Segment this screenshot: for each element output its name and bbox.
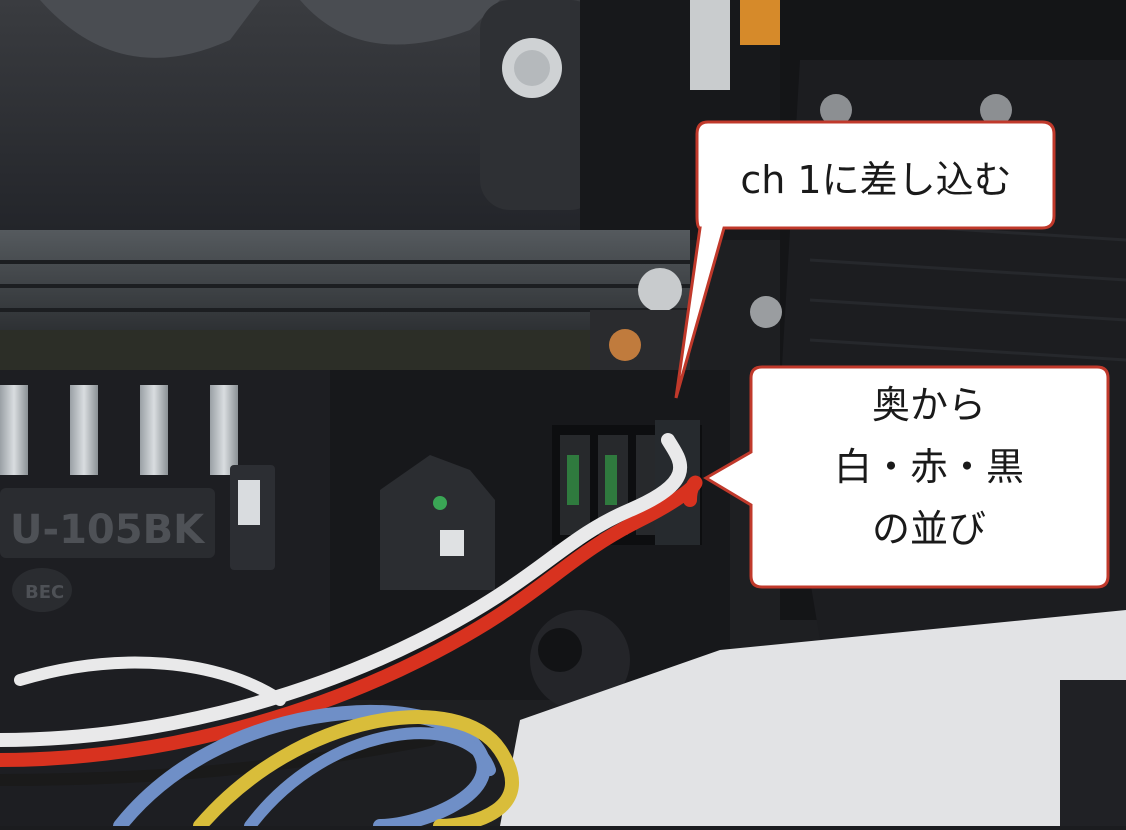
- status-led: [433, 496, 447, 510]
- photo-scene: U-105BK BEC ch 1に差し込む 奥から 白・赤・黒 の並び: [0, 0, 1126, 830]
- pin-header: [690, 0, 730, 90]
- callout-channel-text: ch 1に差し込む: [740, 158, 1012, 202]
- board-screw: [750, 296, 782, 328]
- callout-line-3: の並び: [871, 507, 986, 551]
- tire: [1060, 680, 1126, 826]
- callout-line-2: 白・赤・黒: [833, 445, 1024, 489]
- ribbon-cable: [740, 0, 780, 45]
- board-model-text: U-105BK: [10, 507, 206, 553]
- bec-logo: BEC: [25, 582, 64, 603]
- callout-line-1: 奥から: [871, 383, 986, 427]
- callout-wire-order-text: 奥から 白・赤・黒 の並び: [750, 374, 1108, 560]
